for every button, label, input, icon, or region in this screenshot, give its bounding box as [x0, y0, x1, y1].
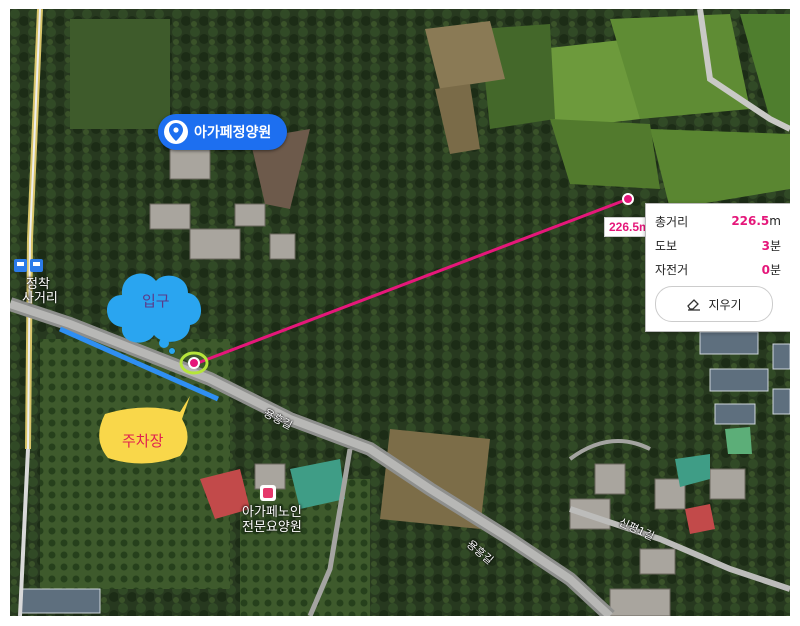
total-distance-row: 총거리 226.5m [655, 212, 781, 230]
erase-button-label: 지우기 [708, 297, 742, 312]
bike-time-unit: 분 [769, 262, 781, 277]
erase-button[interactable]: 지우기 [655, 286, 773, 322]
location-pin-icon [164, 120, 188, 144]
entrance-label: 입구 [142, 292, 170, 310]
walk-time-label: 도보 [655, 238, 678, 253]
parking-label: 주차장 [122, 432, 164, 450]
distance-panel: 총거리 226.5m 도보 3분 자전거 0분 지우기 [645, 203, 790, 332]
bus-stop-name-line2: 사거리 [22, 291, 58, 306]
total-distance-label: 총거리 [655, 214, 689, 229]
place-label-name: 아가페정양원 [194, 125, 272, 141]
satellite-map[interactable]: 입구 주차장 아가페정양원 정착 사거리 아가페노인 전문요양원 용흥길 용흥길… [10, 9, 790, 616]
walk-time-row: 도보 3분 [655, 236, 781, 254]
route-line [194, 197, 629, 366]
walk-time-value: 3 [761, 238, 770, 253]
bike-time-value: 0 [761, 262, 770, 277]
page-frame: 입구 주차장 아가페정양원 정착 사거리 아가페노인 전문요양원 용흥길 용흥길… [0, 0, 800, 626]
nursing-home-name-line1: 아가페노인 [242, 505, 302, 520]
bike-time-label: 자전거 [655, 262, 689, 277]
place-label-pill[interactable]: 아가페정양원 [158, 114, 288, 150]
bus-stop-icon[interactable] [14, 259, 44, 278]
total-distance-unit: m [769, 214, 781, 228]
hospital-icon[interactable] [260, 485, 276, 501]
bike-time-row: 자전거 0분 [655, 260, 781, 278]
route-end-point [622, 193, 634, 205]
entrance-bubble [107, 273, 202, 354]
eraser-icon [687, 299, 701, 311]
walk-time-unit: 분 [769, 238, 781, 253]
total-distance-value: 226.5 [731, 214, 770, 228]
bus-stop-name-line1: 정착 [26, 277, 50, 292]
nursing-home-name-line2: 전문요양원 [242, 520, 302, 535]
